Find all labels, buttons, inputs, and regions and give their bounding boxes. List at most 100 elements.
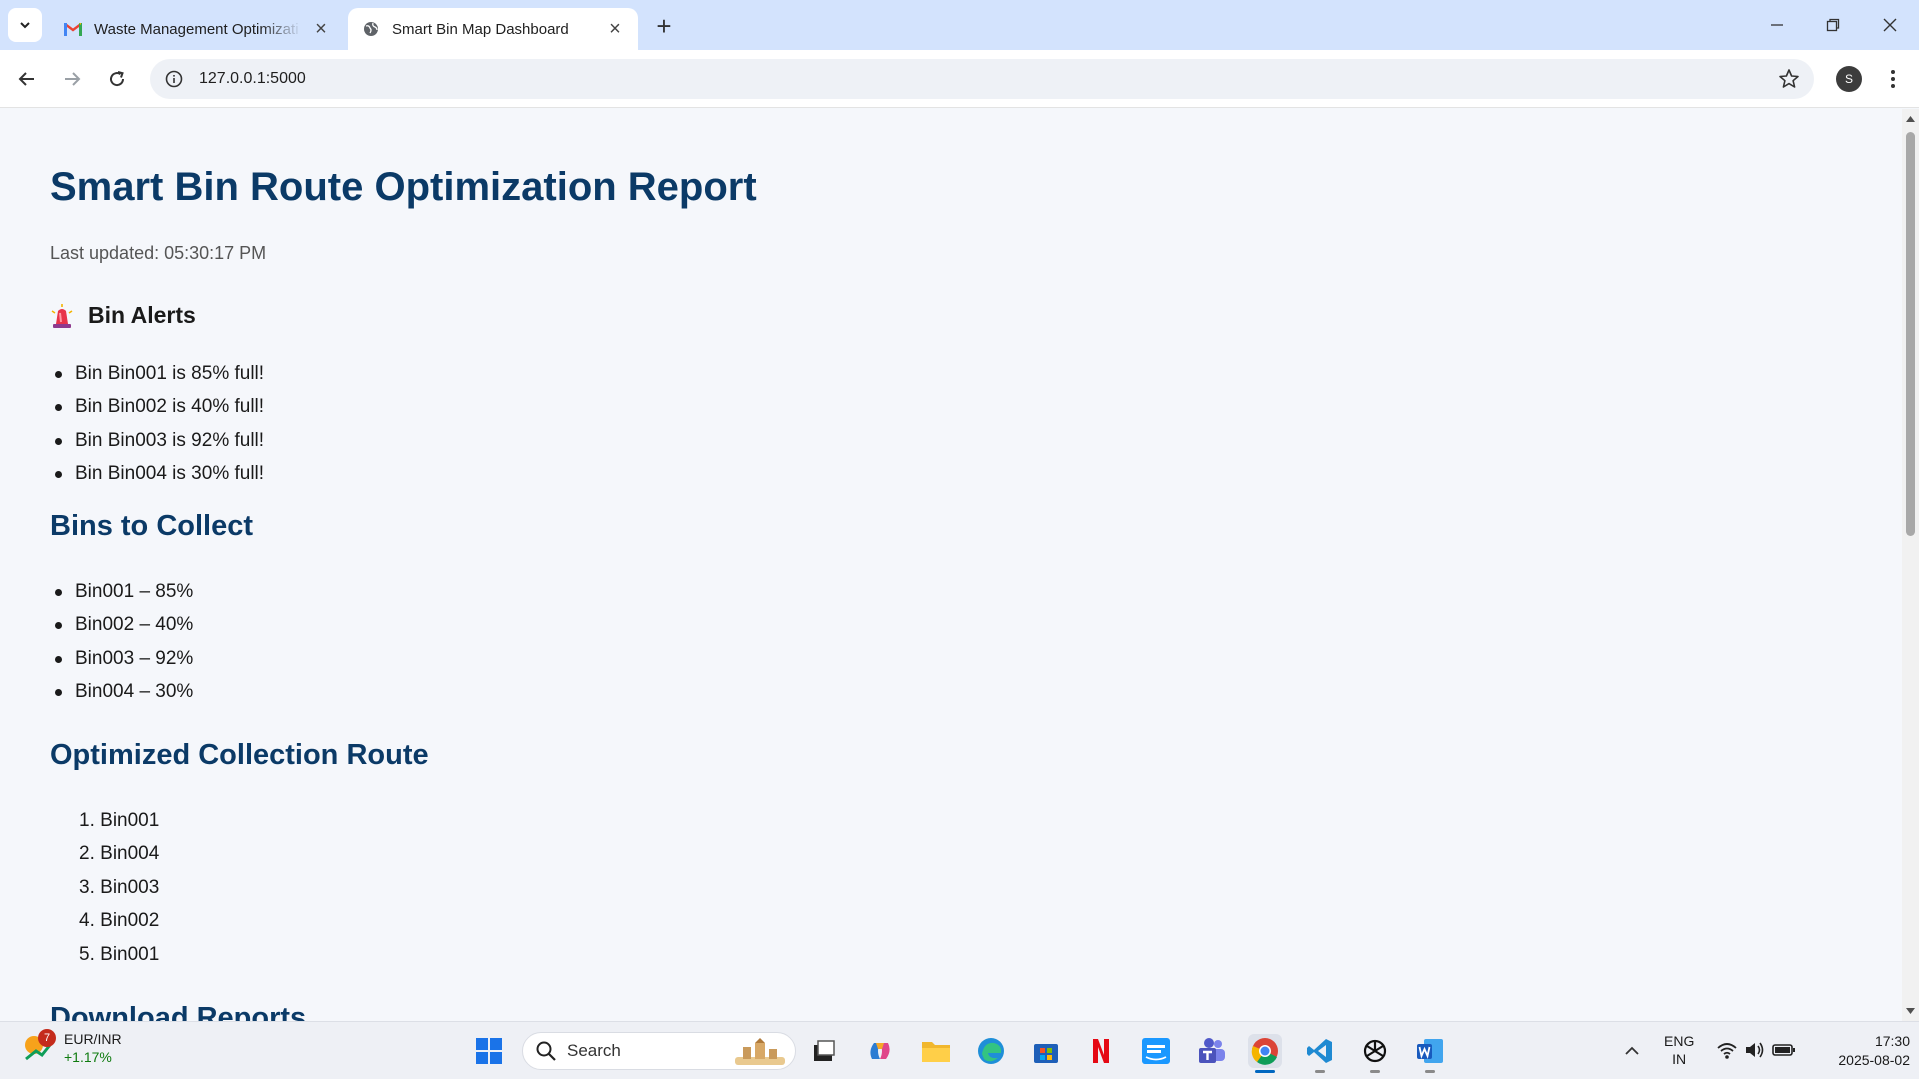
edge-icon <box>978 1038 1004 1064</box>
bins-to-collect-heading: Bins to Collect <box>50 510 254 542</box>
netflix-button[interactable] <box>1084 1034 1118 1068</box>
file-explorer-button[interactable] <box>919 1034 953 1068</box>
widgets-button[interactable]: 7 EUR/INR +1.17% <box>22 1029 122 1066</box>
teams-icon <box>1199 1038 1225 1063</box>
browser-menu-button[interactable] <box>1880 64 1906 94</box>
chevron-down-icon <box>20 22 30 29</box>
optimized-route-heading: Optimized Collection Route <box>50 739 429 771</box>
widget-pair: EUR/INR <box>64 1031 122 1047</box>
folder-icon <box>922 1042 950 1062</box>
show-hidden-icons-icon[interactable] <box>1622 1041 1642 1061</box>
copilot-button[interactable] <box>863 1034 897 1068</box>
list-item: 1. Bin001 <box>79 804 159 837</box>
close-window-button[interactable] <box>1867 8 1913 42</box>
site-info-icon[interactable] <box>163 68 185 90</box>
siren-icon <box>51 303 73 328</box>
system-clock[interactable]: 17:30 2025-08-02 <box>1810 1032 1910 1070</box>
new-tab-button[interactable]: + <box>650 11 678 41</box>
bins-to-collect-list: Bin001 – 85% Bin002 – 40% Bin003 – 92% B… <box>54 575 193 709</box>
taskbar-search[interactable]: Search <box>522 1032 796 1070</box>
wifi-icon <box>1717 1043 1737 1059</box>
route-step-bin: Bin002 <box>100 910 160 932</box>
forward-button[interactable] <box>54 61 90 97</box>
prime-video-button[interactable] <box>1139 1034 1173 1068</box>
tab-title: Smart Bin Map Dashboard <box>392 20 569 38</box>
running-app-indicator <box>1425 1070 1435 1073</box>
notification-badge: 7 <box>38 1029 56 1047</box>
store-icon <box>1034 1044 1058 1063</box>
profile-avatar[interactable]: S <box>1836 66 1862 92</box>
list-item: Bin004 – 30% <box>54 675 193 708</box>
vertical-scrollbar[interactable] <box>1902 109 1919 1021</box>
route-step-bin: Bin003 <box>100 876 160 898</box>
route-step-bin: Bin004 <box>100 843 160 865</box>
language-region: IN <box>1672 1051 1687 1067</box>
close-tab-icon[interactable]: × <box>604 18 626 40</box>
input-language-indicator[interactable]: ENG IN <box>1664 1032 1694 1068</box>
system-tray[interactable] <box>1716 1040 1796 1060</box>
copilot-icon <box>870 1043 890 1059</box>
tab-strip: Waste Management Optimizati × Smart Bin … <box>0 0 1919 50</box>
route-step-number: 4. <box>79 910 95 932</box>
restore-button[interactable] <box>1810 8 1856 42</box>
route-step-number: 5. <box>79 943 95 965</box>
close-tab-icon[interactable]: × <box>310 18 332 40</box>
teams-button[interactable] <box>1194 1034 1228 1068</box>
task-view-button[interactable] <box>807 1034 841 1068</box>
tab-search-button[interactable] <box>8 8 42 42</box>
volume-icon <box>1746 1042 1764 1058</box>
scroll-up-icon[interactable] <box>1905 114 1916 125</box>
tab-waste-management[interactable]: Waste Management Optimizati × <box>50 8 344 50</box>
scroll-down-icon[interactable] <box>1905 1005 1916 1016</box>
page-viewport: Smart Bin Route Optimization Report Last… <box>0 109 1902 1021</box>
bookmark-star-icon[interactable] <box>1778 68 1800 90</box>
reload-button[interactable] <box>99 61 135 97</box>
chrome-button[interactable] <box>1248 1034 1282 1073</box>
running-app-indicator <box>1315 1070 1325 1073</box>
bin-alerts-heading: Bin Alerts <box>50 302 196 329</box>
route-step-number: 3. <box>79 876 95 898</box>
list-item: Bin001 – 85% <box>54 575 193 608</box>
list-item: Bin002 – 40% <box>54 608 193 641</box>
search-highlight-icon <box>735 1038 785 1065</box>
windows-start-icon <box>476 1038 502 1064</box>
market-widget-icon: 7 <box>22 1029 56 1063</box>
word-icon <box>1417 1039 1443 1063</box>
restore-icon <box>1826 18 1840 32</box>
page-title: Smart Bin Route Optimization Report <box>50 165 757 209</box>
route-step-number: 1. <box>79 810 95 831</box>
windows-taskbar: 7 EUR/INR +1.17% Search ENG IN 17:30 202… <box>0 1021 1919 1079</box>
battery-icon <box>1772 1044 1795 1056</box>
active-app-indicator <box>1255 1070 1275 1073</box>
reload-icon <box>110 71 125 87</box>
list-item: Bin Bin003 is 92% full! <box>54 424 264 457</box>
store-button[interactable] <box>1029 1034 1063 1068</box>
bin-alerts-label: Bin Alerts <box>88 302 196 328</box>
more-vertical-icon <box>1891 70 1895 88</box>
address-bar[interactable]: 127.0.0.1:5000 <box>150 59 1814 99</box>
route-step-number: 2. <box>79 843 95 865</box>
edge-button[interactable] <box>974 1034 1008 1068</box>
minimize-icon <box>1771 24 1783 26</box>
search-icon <box>536 1041 556 1061</box>
list-item: Bin003 – 92% <box>54 642 193 675</box>
list-item: Bin Bin001 is 85% full! <box>54 357 264 390</box>
chatgpt-button[interactable] <box>1358 1034 1392 1073</box>
back-button[interactable] <box>9 61 45 97</box>
download-reports-heading: Download Reports <box>50 1002 307 1021</box>
list-item: 4. Bin002 <box>79 904 159 937</box>
clock-time: 17:30 <box>1874 1033 1910 1049</box>
scrollbar-thumb[interactable] <box>1906 132 1915 536</box>
list-item: Bin Bin002 is 40% full! <box>54 390 264 423</box>
list-item: 3. Bin003 <box>79 871 159 904</box>
vscode-button[interactable] <box>1303 1034 1337 1073</box>
start-button[interactable] <box>472 1034 506 1068</box>
globe-icon <box>362 20 380 38</box>
language-code: ENG <box>1664 1033 1695 1049</box>
minimize-button[interactable] <box>1754 8 1800 42</box>
close-icon <box>1883 18 1897 32</box>
clock-date: 2025-08-02 <box>1838 1052 1910 1068</box>
tab-smart-bin-dashboard[interactable]: Smart Bin Map Dashboard × <box>348 8 638 50</box>
word-button[interactable] <box>1413 1034 1447 1073</box>
chatgpt-icon <box>1363 1039 1387 1063</box>
